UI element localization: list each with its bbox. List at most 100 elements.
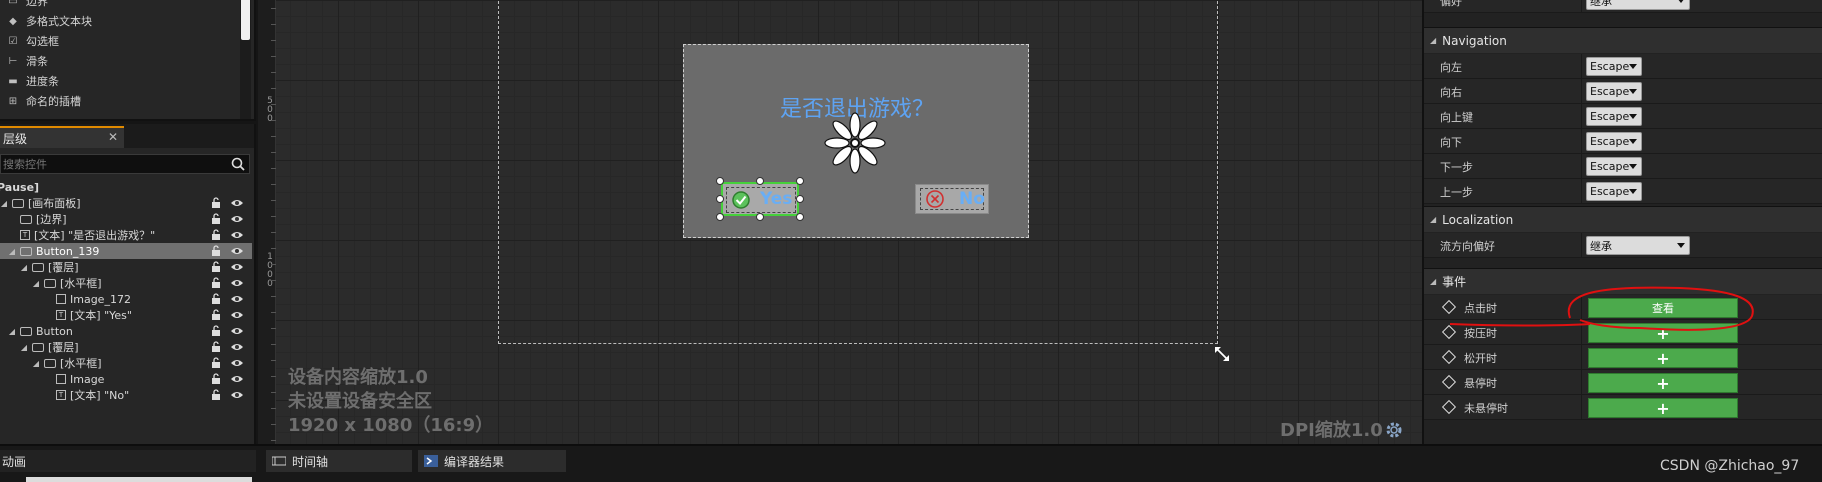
expand-arrow-icon[interactable]: ◢ [20,263,28,272]
eye-icon[interactable] [230,214,244,224]
expand-arrow-icon[interactable]: ◢ [32,279,40,288]
selection-handle-r[interactable] [796,195,804,203]
palette-item-named-slot[interactable]: ⊞ 命名的插槽 [0,91,240,111]
palette-item-label: 多格式文本块 [26,15,92,28]
yes-button-preview[interactable]: Yes [721,182,799,216]
tab-timeline[interactable]: 时间轴 [266,450,412,472]
add-event-button[interactable]: + [1588,348,1738,368]
close-icon[interactable]: ✕ [108,130,118,144]
selection-handle-l[interactable] [716,195,724,203]
expand-arrow-icon[interactable]: ◢ [20,343,28,352]
tree-row-label: Button_139 [36,244,100,258]
selection-handle-tl[interactable] [716,177,724,185]
selection-handle-b[interactable] [756,213,764,221]
unlock-icon[interactable] [210,277,222,289]
preference-dropdown[interactable]: 继承 [1586,0,1690,10]
category-localization[interactable]: ◢ Localization [1424,206,1822,232]
eye-icon[interactable] [230,262,244,272]
search-input[interactable]: 搜索控件 [0,154,250,174]
unlock-icon[interactable] [210,389,222,401]
chevron-down-icon [1677,243,1685,248]
palette-scrollbar-thumb[interactable] [241,0,250,40]
unlock-icon[interactable] [210,341,222,353]
add-event-button[interactable]: + [1588,398,1738,418]
tree-row[interactable]: T [文本] "Yes" [0,307,252,323]
tree-row[interactable]: ◢ [水平框] [0,355,252,371]
eye-icon[interactable] [230,374,244,384]
tree-row[interactable]: [边界] [0,211,252,227]
eye-icon[interactable] [230,278,244,288]
unlock-icon[interactable] [210,357,222,369]
tree-row[interactable]: ◢ [覆层] [0,259,252,275]
tree-row[interactable]: Image_172 [0,291,252,307]
canvas-icon [12,198,24,208]
palette-item-rich-text[interactable]: ◆ 多格式文本块 [0,11,240,31]
search-icon[interactable] [230,156,246,172]
tree-root-label: [Pause] [0,180,40,194]
tab-animation[interactable]: 动画 [0,450,256,472]
selection-handle-tr[interactable] [796,177,804,185]
expand-arrow-icon[interactable]: ◢ [8,327,16,336]
flow-direction-dropdown[interactable]: 继承 [1586,236,1690,255]
tree-row[interactable]: ◢ [画布面板] [0,195,252,211]
button-icon [20,326,32,336]
eye-icon[interactable] [230,198,244,208]
palette-item-border[interactable]: ▭ 边界 [0,0,240,11]
selection-handle-br[interactable] [796,213,804,221]
palette-item-progress-bar[interactable]: ▬ 进度条 [0,71,240,91]
navigation-dropdown[interactable]: Escape [1586,57,1642,76]
add-event-button[interactable]: + [1588,373,1738,393]
unlock-icon[interactable] [210,325,222,337]
unlock-icon[interactable] [210,261,222,273]
unlock-icon[interactable] [210,229,222,241]
eye-icon[interactable] [230,246,244,256]
resize-handle-icon[interactable] [1213,345,1231,363]
eye-icon[interactable] [230,310,244,320]
expand-arrow-icon[interactable]: ◢ [8,247,16,256]
eye-icon[interactable] [230,342,244,352]
tab-label: 层级 [3,131,28,146]
tree-row[interactable]: T [文本] "No" [0,387,252,403]
navigation-dropdown[interactable]: Escape [1586,182,1642,201]
navigation-dropdown[interactable]: Escape [1586,132,1642,151]
eye-icon[interactable] [230,294,244,304]
palette-item-slider[interactable]: ⊢ 滑条 [0,51,240,71]
navigation-dropdown[interactable]: Escape [1586,82,1642,101]
tree-row[interactable]: ◢ Button [0,323,252,339]
tree-root[interactable]: [Pause] [0,179,252,195]
gear-icon[interactable] [1384,420,1404,440]
tree-row[interactable]: ◢ Button_139 [0,243,252,259]
text-icon: T [20,230,30,240]
unlock-icon[interactable] [210,293,222,305]
quit-dialog-preview[interactable]: 是否退出游戏？ Yes No [683,44,1029,238]
eye-icon[interactable] [230,230,244,240]
expand-arrow-icon[interactable]: ◢ [32,359,40,368]
unlock-icon[interactable] [210,213,222,225]
unlock-icon[interactable] [210,197,222,209]
eye-icon[interactable] [230,358,244,368]
property-label: 向右 [1440,86,1462,99]
tab-compiler-results[interactable]: 编译器结果 [418,450,566,472]
unlock-icon[interactable] [210,373,222,385]
collapse-arrow-icon: ◢ [1430,215,1437,224]
designer-viewport[interactable]: 5001000 是否退出游戏？ Yes No 设备内容缩放1.0 未设置设备安全… [258,0,1422,444]
ruler-digit: 0 [267,114,273,124]
expand-arrow-icon[interactable]: ◢ [0,199,8,208]
eye-icon[interactable] [230,326,244,336]
category-navigation[interactable]: ◢ Navigation [1424,27,1822,53]
no-button-preview[interactable]: No [915,184,989,214]
tree-row[interactable]: ◢ [覆层] [0,339,252,355]
unlock-icon[interactable] [210,309,222,321]
selection-handle-t[interactable] [756,177,764,185]
selection-handle-bl[interactable] [716,213,724,221]
palette-item-checkbox[interactable]: ☑ 勾选框 [0,31,240,51]
navigation-dropdown[interactable]: Escape [1586,157,1642,176]
tree-row[interactable]: T [文本] "是否退出游戏？" [0,227,252,243]
animation-search-input[interactable] [26,477,252,482]
tab-hierarchy[interactable]: 层级 ✕ [0,126,124,148]
tree-row[interactable]: ◢ [水平框] [0,275,252,291]
navigation-dropdown[interactable]: Escape [1586,107,1642,126]
unlock-icon[interactable] [210,245,222,257]
eye-icon[interactable] [230,390,244,400]
tree-row[interactable]: Image [0,371,252,387]
